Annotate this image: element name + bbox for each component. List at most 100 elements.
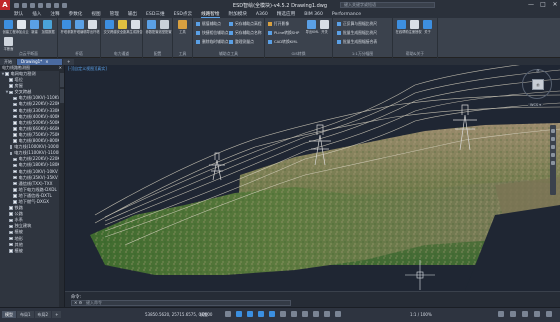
menu-tab[interactable]: 参数化 [69, 11, 83, 17]
layer-checkbox[interactable] [13, 139, 17, 143]
layer-checkbox[interactable] [13, 127, 17, 131]
menu-tab[interactable]: 附加模块 [229, 11, 247, 17]
quick-phase-aux[interactable]: 快捷相位辅助点 [196, 30, 229, 36]
layer-checkbox[interactable] [9, 212, 13, 216]
lineweight-icon[interactable] [302, 311, 308, 317]
menu-tab[interactable]: BIM 360 [304, 12, 323, 17]
layer-checkbox[interactable] [13, 200, 17, 204]
annotation-scale[interactable]: 1:1 / 100% [410, 312, 432, 317]
layer-checkbox[interactable] [9, 242, 13, 247]
osnap-icon[interactable] [269, 311, 275, 317]
report-button[interactable]: 生成报告 [129, 20, 143, 35]
viewport-controls-label[interactable]: [-][自定义视图][真实] [68, 66, 107, 72]
register-button[interactable]: 注册授权 [408, 20, 422, 35]
layer-checkbox[interactable] [13, 96, 17, 101]
layer-checkbox[interactable] [13, 108, 17, 113]
tower-params-button[interactable]: 杆塔参数 [60, 20, 74, 35]
menu-tab[interactable]: 精选应用 [277, 11, 295, 17]
hardware-accel-icon[interactable] [522, 311, 528, 317]
steering-wheel-icon[interactable] [551, 129, 555, 133]
customize-icon[interactable] [546, 311, 552, 317]
map-scale-button[interactable]: 正反算与图幅比例尺 [337, 21, 377, 27]
grid-icon[interactable] [225, 311, 231, 317]
menu-tab[interactable]: 视图 [91, 11, 100, 17]
delete-temp-aux[interactable]: 删除临时辅助点 [196, 39, 229, 45]
profile-button[interactable]: 平断面 [2, 37, 15, 52]
3d-osnap-icon[interactable] [280, 311, 286, 317]
layer-checkbox[interactable] [9, 78, 13, 82]
layer-checkbox[interactable] [9, 90, 13, 95]
assign-aux-point[interactable]: 赋值辅助点 [196, 21, 221, 27]
export-tower-button[interactable]: 导出杆塔 [86, 20, 100, 35]
menu-tab[interactable]: Performance [332, 12, 361, 17]
layer-checkbox[interactable] [13, 121, 17, 125]
save-aux-name[interactable]: 另存辅助点名称 [229, 30, 262, 36]
menu-tab[interactable]: 插入 [32, 11, 41, 17]
transparency-icon[interactable] [313, 311, 319, 317]
close-button[interactable]: ✕ [552, 1, 558, 8]
new-button[interactable]: 新建 [28, 20, 41, 35]
menu-tab[interactable]: 注释 [50, 11, 59, 17]
maximize-button[interactable]: □ [540, 1, 546, 8]
layer-checkbox[interactable] [5, 72, 9, 76]
crossing-button[interactable]: 交叉跨越 [103, 20, 117, 35]
layer-checkbox[interactable] [13, 169, 17, 174]
layer-checkbox[interactable] [9, 224, 13, 229]
layer-checkbox[interactable] [13, 133, 17, 137]
export-kml-button[interactable]: 导出KML [305, 20, 319, 35]
pline-to-shp-button[interactable]: PLine转换SHP [268, 30, 299, 36]
minimize-button[interactable]: — [528, 1, 534, 8]
cad-to-kml-button[interactable]: CAD转换KML [268, 39, 298, 45]
menu-tab[interactable]: A360 [256, 12, 268, 17]
layer-checkbox[interactable] [9, 230, 13, 235]
toggle-button[interactable]: 开关 [318, 20, 331, 35]
isolate-icon[interactable] [510, 311, 516, 317]
polar-icon[interactable] [258, 311, 264, 317]
online-help-button[interactable]: 在线帮助 [395, 20, 409, 35]
ortho-icon[interactable] [247, 311, 253, 317]
save-icon[interactable] [30, 2, 35, 8]
menu-tab[interactable]: 管理 [110, 11, 119, 17]
command-close-icon[interactable]: ✕ ⚙ [74, 301, 82, 305]
layout-tab[interactable]: 布局1 [17, 311, 34, 318]
layer-checkbox[interactable] [13, 194, 17, 198]
redo-icon[interactable] [62, 2, 67, 8]
layer-checkbox[interactable] [13, 114, 17, 119]
workspace-icon[interactable] [498, 311, 504, 317]
create-project-button[interactable]: 创建工程 [2, 20, 16, 35]
layer-checkbox[interactable] [13, 188, 17, 192]
layer-checkbox[interactable] [9, 249, 13, 253]
layer-checkbox[interactable] [9, 145, 13, 149]
layer-checkbox[interactable] [9, 206, 13, 210]
tree-item[interactable]: 植被 [0, 248, 64, 254]
clean-screen-icon[interactable] [534, 311, 540, 317]
viewcube[interactable]: 北 前 [522, 69, 552, 99]
menu-tab[interactable]: ESD三维 [146, 11, 165, 17]
palette-tab[interactable] [59, 89, 64, 103]
layer-checkbox[interactable] [13, 157, 17, 162]
app-logo[interactable]: A [0, 0, 10, 10]
selection-cycling-icon[interactable] [324, 311, 330, 317]
layer-checkbox[interactable] [13, 181, 17, 186]
add-pointcloud-button[interactable]: 添加点云 [15, 20, 29, 35]
zoom-icon[interactable] [551, 145, 555, 149]
linetype-config-button[interactable]: 线型配置 [158, 20, 172, 35]
layout-tab[interactable]: 模型 [2, 311, 16, 318]
menu-tab[interactable]: 线路智绘 [201, 11, 220, 18]
about-button[interactable]: 关于 [421, 20, 434, 35]
annotation-icon[interactable] [335, 311, 341, 317]
open-file-icon[interactable] [22, 2, 27, 8]
layer-checkbox[interactable] [9, 218, 13, 223]
model-space-toggle[interactable]: 模型 [200, 312, 208, 318]
layer-checkbox[interactable] [13, 102, 17, 107]
sort-measure-points[interactable]: 整理测量点 [229, 39, 254, 45]
tools-button[interactable]: 工具 [176, 20, 189, 35]
showmotion-icon[interactable] [551, 161, 555, 165]
layer-checkbox[interactable] [9, 236, 13, 241]
drawing-viewport[interactable]: [-][自定义视图][真实] 北 前 WCS ▾ [65, 65, 560, 291]
orbit-icon[interactable] [551, 153, 555, 157]
wcs-menu[interactable]: WCS ▾ [528, 103, 543, 107]
menu-tab[interactable]: ESD点云 [174, 11, 193, 17]
save-aux-elevation[interactable]: 另存辅助点高程 [229, 21, 262, 27]
print-icon[interactable] [46, 2, 51, 8]
